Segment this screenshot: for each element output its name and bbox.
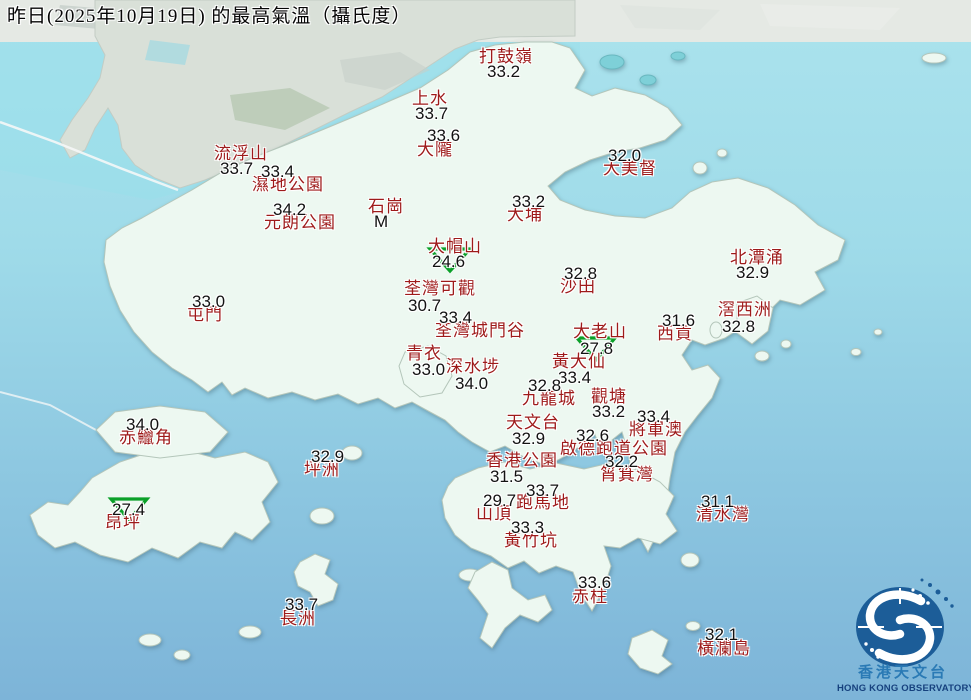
station-value: 33.0 [412,360,446,379]
station-value: 33.6 [427,126,461,145]
station-name: 深水埗 [446,357,500,376]
station-value: 32.9 [311,447,345,466]
island-tung-lung [680,552,700,568]
station-value: 29.7 [483,491,517,510]
page-title: 昨日(2025年10月19日) 的最高氣溫（攝氏度） [7,6,412,27]
station-value: 24.6 [432,252,466,271]
island-waglan [685,621,701,631]
station-value: 32.2 [605,452,639,471]
station-value: 31.5 [490,467,524,486]
station-value: 32.6 [576,426,610,445]
island-ping-chau-ne [921,52,947,64]
station-value: 32.0 [608,146,642,165]
station-value: 32.8 [564,264,598,283]
station-value: 32.9 [736,263,770,282]
island-ninepin-2 [873,328,883,336]
hko-logo-name-chinese: 香港天文台 [858,664,949,681]
station-value: 27.4 [112,500,146,519]
station-value: 33.4 [558,368,592,387]
station-value: 33.2 [592,402,626,421]
station-value: 33.7 [285,595,319,614]
island-shek-kwu-chau [238,625,262,639]
hong-kong-map [0,0,971,700]
station-value: 33.4 [261,162,295,181]
island-mirs-bay-3 [670,51,686,61]
station-value: 33.2 [487,62,521,81]
hko-max-temperature-map: 打鼓嶺 33.2 上水 33.7 大隴 33.6 大美督 32.0 流浮山 33.7 濕地公園 33.… [0,0,971,700]
station-value: 33.7 [220,159,254,178]
island-soko-2 [173,649,191,661]
station-name: 荃灣可觀 [404,279,476,298]
station-value: 34.0 [455,374,489,393]
hko-logo-name-english: HONG KONG OBSERVATORY [837,683,971,694]
island-ninepin-1 [850,348,862,356]
station-name: 滘西洲 [718,300,772,319]
island-sharp [709,321,723,339]
station-value: 31.6 [662,311,696,330]
station-name: 大老山 [573,322,627,341]
station-value: 30.7 [408,296,442,315]
island-mirs-bay-1 [599,54,625,70]
station-value: 33.2 [512,192,546,211]
station-value: M [374,212,389,231]
station-value: 32.9 [512,429,546,448]
station-value: 34.2 [273,200,307,219]
island-jin [754,350,770,362]
station-value: 33.4 [637,407,671,426]
island-mirs-bay-2 [639,74,657,86]
station-value: 33.6 [578,573,612,592]
station-value: 33.7 [526,481,560,500]
station-value: 31.1 [701,492,735,511]
station-value: 33.3 [511,518,545,537]
station-value: 32.1 [705,625,739,644]
island-grass [716,148,728,158]
station-value: 32.8 [528,376,562,395]
island-bluff [780,339,792,349]
station-value: 32.8 [722,317,756,336]
island-tap-mun [692,161,708,175]
island-soko-1 [138,633,162,647]
station-value: 33.0 [192,292,226,311]
station-value: 33.7 [415,104,449,123]
station-value: 34.0 [126,415,160,434]
island-peng-chau [341,445,363,461]
island-hei-ling-chau [309,507,335,525]
station-value: 33.4 [439,308,473,327]
